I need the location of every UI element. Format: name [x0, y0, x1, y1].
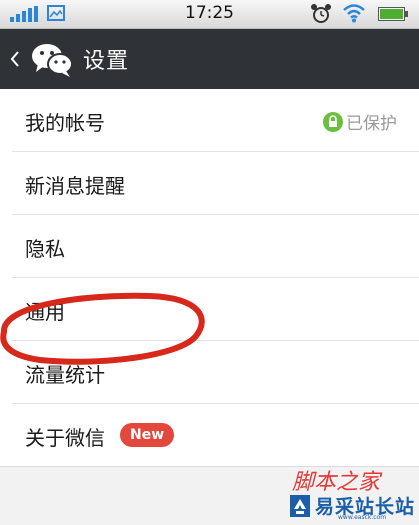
annotation-ellipse	[0, 292, 205, 365]
protect-status-text: 已保护	[346, 114, 397, 134]
back-arrow-icon[interactable]	[10, 50, 20, 68]
account-protect-status: 已保护	[323, 109, 397, 134]
battery-icon	[378, 7, 408, 21]
status-bar: 17:25	[0, 0, 419, 29]
settings-item-account[interactable]: 我的帐号 已保护	[12, 89, 419, 152]
wifi-icon	[343, 4, 365, 23]
page-title: 设置	[83, 49, 130, 74]
settings-item-label: 新消息提醒	[25, 174, 125, 198]
settings-list: 我的帐号 已保护 新消息提醒 隐私 通用 流量统计 关于微信 New	[0, 89, 419, 467]
settings-item-label: 我的帐号	[25, 111, 105, 135]
settings-item-label: 关于微信	[25, 426, 105, 450]
new-badge: New	[120, 423, 175, 447]
settings-item-notifications[interactable]: 新消息提醒	[12, 152, 419, 215]
wechat-logo-icon	[32, 44, 73, 77]
settings-item-label: 隐私	[25, 237, 65, 261]
watermark-logo-icon	[290, 495, 310, 517]
app-header: 设置	[0, 29, 419, 89]
alarm-icon	[311, 4, 331, 23]
settings-item-about[interactable]: 关于微信 New	[12, 404, 419, 466]
settings-item-privacy[interactable]: 隐私	[12, 215, 419, 278]
lock-icon	[323, 111, 343, 132]
watermark-url: www.easck.com	[338, 514, 387, 521]
